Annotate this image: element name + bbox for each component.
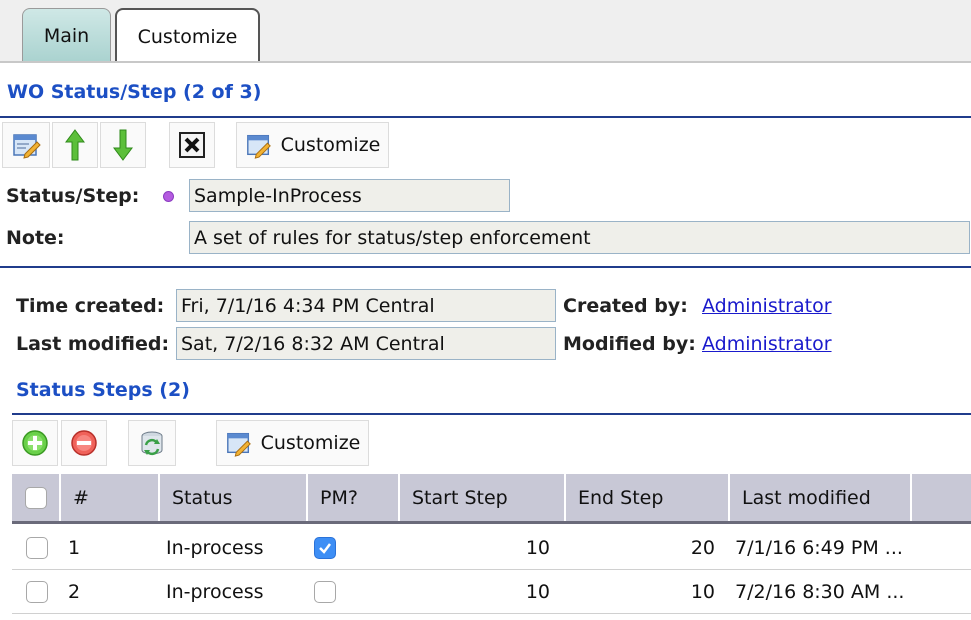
customize-button[interactable]: Customize — [236, 122, 389, 168]
customize-steps-button[interactable]: Customize — [216, 420, 369, 466]
grid-header: # Status PM? Start Step End Step Last mo… — [12, 474, 971, 524]
created-by-label: Created by: — [563, 295, 688, 317]
customize-steps-label: Customize — [260, 432, 361, 454]
row-checkbox[interactable] — [26, 581, 48, 603]
row-status: In-process — [166, 581, 264, 603]
status-step-label: Status/Step: — [6, 185, 140, 207]
section-divider-2 — [0, 266, 971, 268]
pm-checkbox-checked[interactable] — [314, 537, 336, 559]
row-start-step: 10 — [525, 537, 550, 559]
row-checkbox-cell[interactable] — [26, 526, 48, 570]
delete-icon — [179, 132, 205, 158]
move-down-icon — [113, 129, 133, 161]
modified-by-label: Modified by: — [563, 333, 696, 355]
move-up-icon — [65, 129, 85, 161]
customize-button-label: Customize — [280, 134, 381, 156]
add-step-button[interactable] — [12, 420, 58, 466]
header-pm[interactable]: PM? — [308, 474, 400, 521]
select-all-checkbox[interactable] — [24, 486, 47, 509]
status-steps-divider — [12, 413, 971, 415]
edit-icon — [13, 134, 41, 159]
modified-by-link[interactable]: Administrator — [702, 333, 832, 355]
row-end-step: 10 — [690, 581, 715, 603]
row-end-step: 20 — [690, 537, 715, 559]
header-last-modified[interactable]: Last modified — [730, 474, 912, 521]
row-num: 2 — [68, 581, 81, 603]
section-title-wo-status: WO Status/Step (2 of 3) — [7, 81, 262, 103]
refresh-icon — [141, 431, 163, 456]
row-status: In-process — [166, 537, 264, 559]
row-pm-cell[interactable] — [314, 526, 336, 570]
edit-button[interactable] — [2, 122, 50, 168]
move-up-button[interactable] — [52, 122, 98, 168]
row-last-modified: 7/2/16 8:30 AM ... — [735, 581, 905, 603]
last-modified-field: Sat, 7/2/16 8:32 AM Central — [176, 327, 556, 360]
status-step-field[interactable]: Sample-InProcess — [189, 179, 510, 212]
header-select-all[interactable] — [12, 474, 61, 521]
tab-bar: Main Customize — [0, 0, 971, 63]
refresh-button[interactable] — [128, 420, 176, 466]
header-start-step[interactable]: Start Step — [400, 474, 566, 521]
add-icon — [22, 430, 48, 456]
tab-main-label: Main — [43, 25, 90, 47]
checkmark-icon — [319, 543, 331, 554]
customize-icon — [226, 432, 251, 457]
header-num[interactable]: # — [61, 474, 160, 521]
last-modified-label: Last modified: — [16, 333, 170, 355]
row-checkbox-cell[interactable] — [26, 570, 48, 614]
row-num: 1 — [68, 537, 81, 559]
header-end-step[interactable]: End Step — [566, 474, 730, 521]
move-down-button[interactable] — [100, 122, 146, 168]
tab-customize[interactable]: Customize — [115, 8, 260, 63]
tab-bar-divider — [0, 61, 971, 63]
table-row[interactable]: 2 In-process 10 10 7/2/16 8:30 AM ... — [12, 570, 971, 614]
status-dot-icon — [163, 191, 174, 202]
remove-icon — [71, 430, 97, 456]
row-checkbox[interactable] — [26, 537, 48, 559]
note-label: Note: — [6, 227, 65, 249]
section-title-status-steps: Status Steps (2) — [16, 379, 190, 401]
row-start-step: 10 — [525, 581, 550, 603]
row-pm-cell[interactable] — [314, 570, 336, 614]
delete-button[interactable] — [169, 122, 215, 168]
tab-main[interactable]: Main — [22, 8, 111, 63]
time-created-field: Fri, 7/1/16 4:34 PM Central — [176, 289, 556, 322]
remove-step-button[interactable] — [61, 420, 107, 466]
row-last-modified: 7/1/16 6:49 PM ... — [735, 537, 903, 559]
customize-icon — [246, 134, 271, 159]
note-field[interactable]: A set of rules for status/step enforceme… — [189, 221, 970, 254]
table-row[interactable]: 1 In-process 10 20 7/1/16 6:49 PM ... — [12, 526, 971, 570]
header-status[interactable]: Status — [160, 474, 308, 521]
status-steps-grid: # Status PM? Start Step End Step Last mo… — [12, 474, 971, 620]
tab-customize-label: Customize — [137, 25, 238, 48]
section-divider — [0, 116, 971, 118]
created-by-link[interactable]: Administrator — [702, 295, 832, 317]
pm-checkbox[interactable] — [314, 581, 336, 603]
time-created-label: Time created: — [16, 295, 165, 317]
